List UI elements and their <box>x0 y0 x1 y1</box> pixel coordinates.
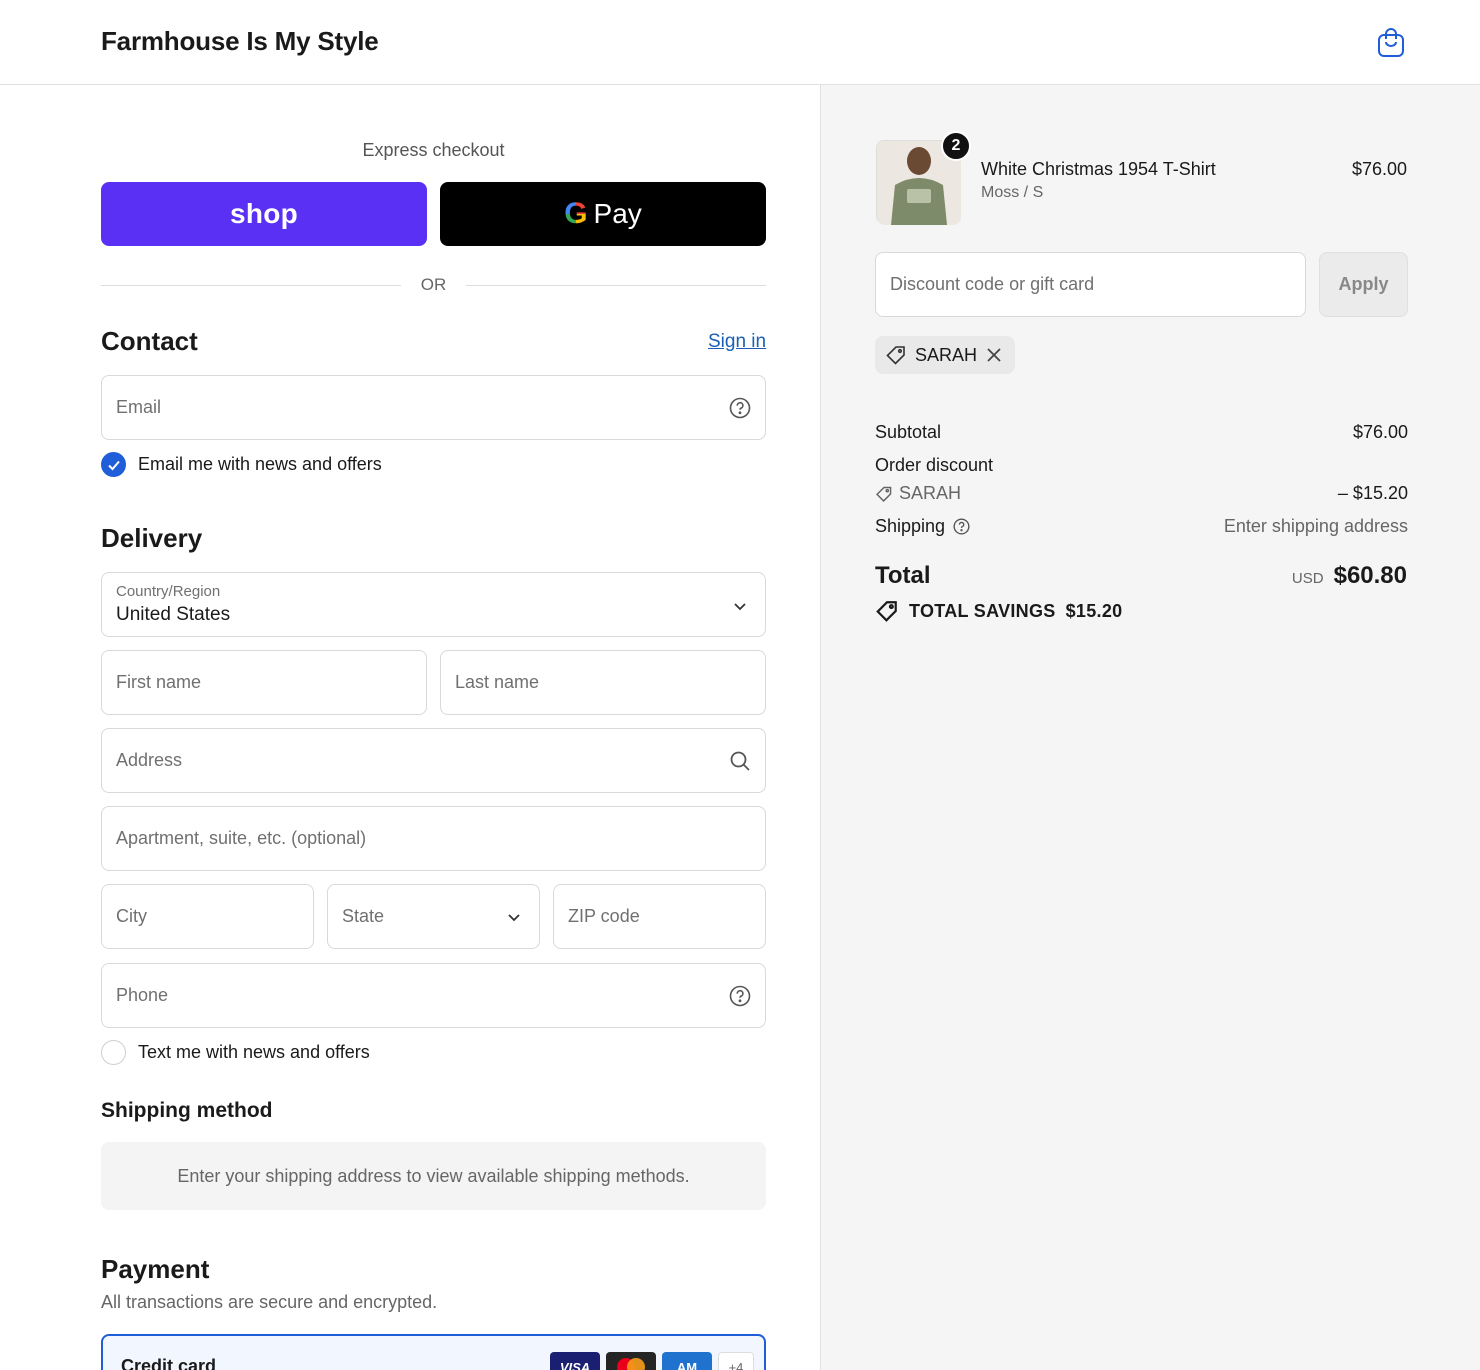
help-icon[interactable] <box>729 985 751 1007</box>
discount-code: SARAH <box>899 483 962 503</box>
applied-code: SARAH <box>915 344 978 365</box>
tag-icon <box>886 346 905 365</box>
product-variant: Moss / S <box>981 184 1044 201</box>
google-pay-label: Pay <box>593 198 642 229</box>
google-pay-button[interactable]: G Pay <box>440 182 766 246</box>
phone-placeholder: Phone <box>116 985 169 1005</box>
subtotal-value: $76.00 <box>1352 422 1408 442</box>
total-label: Total <box>875 562 931 589</box>
apartment-placeholder: Apartment, suite, etc. (optional) <box>116 828 367 848</box>
apply-label: Apply <box>1338 274 1389 294</box>
subtotal-row: Subtotal $76.00 <box>875 422 1408 443</box>
discount-placeholder: Discount code or gift card <box>890 274 1095 294</box>
payment-title: Payment <box>101 1254 210 1284</box>
last-name-placeholder: Last name <box>455 672 540 692</box>
country-label: Country/Region <box>116 583 221 600</box>
subtotal-label: Subtotal <box>875 422 942 442</box>
search-icon <box>730 751 750 771</box>
close-icon[interactable] <box>985 346 1003 364</box>
shipping-method-text: Enter your shipping address to view avai… <box>177 1165 690 1186</box>
shipping-value: Enter shipping address <box>1223 516 1408 536</box>
text-opt-in[interactable]: Text me with news and offers <box>101 1040 370 1065</box>
total-value-group: USD $60.80 <box>1292 562 1407 590</box>
payment-subtitle: All transactions are secure and encrypte… <box>101 1292 438 1312</box>
city-field[interactable]: City <box>101 884 314 949</box>
help-icon[interactable] <box>729 397 751 419</box>
discount-value: – $15.20 <box>1337 483 1408 503</box>
credit-card-label: Credit card <box>121 1356 217 1370</box>
contact-title: Contact <box>101 326 198 356</box>
state-placeholder: State <box>342 906 385 926</box>
product-name: White Christmas 1954 T-Shirt <box>981 159 1216 179</box>
shipping-row: Shipping Enter shipping address <box>875 516 1408 537</box>
chevron-down-icon <box>508 914 520 922</box>
country-select[interactable]: Country/Region United States <box>101 572 766 637</box>
state-select[interactable]: State <box>327 884 540 949</box>
email-placeholder: Email <box>116 397 162 417</box>
store-name[interactable]: Farmhouse Is My Style <box>101 26 379 57</box>
total-currency: USD <box>1291 570 1324 587</box>
total-savings: TOTAL SAVINGS $15.20 <box>875 599 1122 623</box>
zip-field[interactable]: ZIP code <box>553 884 766 949</box>
chevron-down-icon <box>734 603 746 611</box>
apply-button[interactable]: Apply <box>1319 252 1408 317</box>
product-thumbnail: 2 <box>876 131 971 225</box>
checkmark-icon <box>107 460 120 470</box>
product-price: $76.00 <box>1351 159 1407 179</box>
shop-pay-label: shop <box>229 198 299 229</box>
discount-code-tag: SARAH <box>875 483 961 504</box>
or-divider: OR <box>101 273 766 297</box>
email-opt-in-label: Email me with news and offers <box>138 454 382 474</box>
or-text: OR <box>420 275 447 294</box>
order-summary: 2 White Christmas 1954 T-Shirt Moss / S … <box>820 85 1480 1370</box>
shipping-method-title: Shipping method <box>101 1099 273 1122</box>
visa-icon: VISA <box>550 1352 600 1370</box>
shop-pay-button[interactable]: shop <box>101 182 427 246</box>
mastercard-icon <box>606 1352 656 1370</box>
phone-field[interactable]: Phone <box>101 963 766 1028</box>
checkout-form: Express checkout shop G Pay OR Contact S… <box>0 85 820 1370</box>
shipping-method-message: Enter your shipping address to view avai… <box>101 1142 766 1210</box>
order-discount-label: Order discount <box>875 455 994 475</box>
text-opt-in-checkbox[interactable] <box>101 1040 126 1065</box>
shipping-label: Shipping <box>875 516 946 536</box>
text-opt-in-label: Text me with news and offers <box>138 1042 370 1062</box>
sign-in-link[interactable]: Sign in <box>708 331 766 353</box>
card-brands: VISA AM +4 <box>550 1352 754 1370</box>
first-name-placeholder: First name <box>116 672 202 692</box>
discount-code-field[interactable]: Discount code or gift card <box>875 252 1306 317</box>
order-discount-row: Order discount <box>875 455 1408 476</box>
google-g-icon: G <box>564 197 588 230</box>
quantity-badge: 2 <box>941 131 971 161</box>
savings-value: $15.20 <box>1065 600 1123 621</box>
first-name-field[interactable]: First name <box>101 650 427 715</box>
email-opt-in[interactable]: Email me with news and offers <box>101 452 382 477</box>
apartment-field[interactable]: Apartment, suite, etc. (optional) <box>101 806 766 871</box>
savings-label: TOTAL SAVINGS <box>909 600 1056 621</box>
tag-icon <box>876 601 897 622</box>
email-field[interactable]: Email <box>101 375 766 440</box>
amex-icon: AM <box>662 1352 712 1370</box>
country-value: United States <box>116 604 231 625</box>
address-placeholder: Address <box>116 750 183 770</box>
last-name-field[interactable]: Last name <box>440 650 766 715</box>
shopping-bag-icon[interactable] <box>1376 26 1406 58</box>
credit-card-option[interactable]: Credit card VISA AM +4 <box>101 1334 766 1370</box>
tag-icon <box>876 486 892 502</box>
total-amount: $60.80 <box>1333 562 1407 589</box>
help-icon[interactable] <box>953 518 970 535</box>
divider-line <box>466 284 766 286</box>
header: Farmhouse Is My Style <box>0 0 1480 85</box>
zip-placeholder: ZIP code <box>568 906 640 926</box>
city-placeholder: City <box>116 906 147 926</box>
divider-line <box>101 284 401 286</box>
express-checkout-label: Express checkout <box>362 140 505 160</box>
address-field[interactable]: Address <box>101 728 766 793</box>
discount-code-row: SARAH – $15.20 <box>875 483 1408 504</box>
more-cards-badge: +4 <box>718 1352 754 1370</box>
delivery-title: Delivery <box>101 523 203 553</box>
shipping-label-group: Shipping <box>875 516 970 537</box>
email-opt-in-checkbox[interactable] <box>101 452 126 477</box>
applied-discount-chip: SARAH <box>875 336 1016 374</box>
